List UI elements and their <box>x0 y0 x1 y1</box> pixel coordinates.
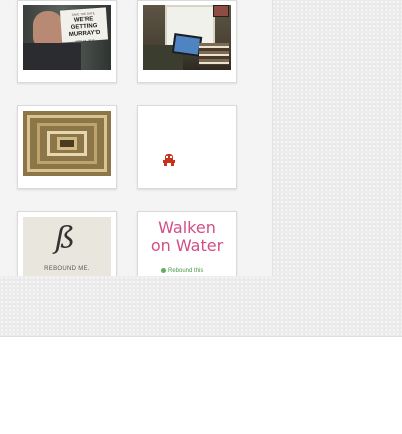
rebound-caption: REBOUND ME. <box>44 266 90 272</box>
rebound-icon <box>161 268 166 273</box>
shot-thumbnail-2[interactable] <box>143 5 231 70</box>
book-stack <box>199 43 229 65</box>
shot-card-5[interactable]: ß REBOUND ME. <box>17 211 117 276</box>
shot-card-6[interactable]: Walken on Water Rebound this <box>137 211 237 276</box>
stair-ring <box>57 137 77 150</box>
pixel-monster-icon <box>163 154 175 166</box>
rebound-logo-icon: ß <box>55 221 76 256</box>
rebound-this-label: Rebound this <box>168 268 204 275</box>
shots-grid: SAVE THE DATE WE'RE GETTING MURRAY'D NOV… <box>0 0 273 276</box>
title-line-2: on Water <box>150 236 224 255</box>
shot-thumbnail-6[interactable]: Walken on Water Rebound this <box>143 217 231 276</box>
shot-thumbnail-5[interactable]: ß REBOUND ME. <box>23 217 111 276</box>
title-line-1: Walken <box>158 218 216 237</box>
shot-card-4[interactable] <box>137 105 237 189</box>
tablet-screen <box>171 33 203 57</box>
shots-board: SAVE THE DATE WE'RE GETTING MURRAY'D NOV… <box>0 0 402 337</box>
save-the-date-sign: SAVE THE DATE WE'RE GETTING MURRAY'D NOV… <box>59 7 109 44</box>
shot-thumbnail-4[interactable] <box>143 111 231 176</box>
rebound-this-link[interactable]: Rebound this <box>161 268 203 274</box>
sign-main-text: WE'RE GETTING MURRAY'D <box>68 16 101 39</box>
picture-frame <box>213 5 229 17</box>
shot-thumbnail-3[interactable] <box>23 111 111 176</box>
shot-thumbnail-1[interactable]: SAVE THE DATE WE'RE GETTING MURRAY'D NOV… <box>23 5 111 70</box>
person-coat <box>23 43 81 70</box>
shot-card-1[interactable]: SAVE THE DATE WE'RE GETTING MURRAY'D NOV… <box>17 0 117 83</box>
shot-card-2[interactable] <box>137 0 237 83</box>
shot-card-3[interactable] <box>17 105 117 189</box>
